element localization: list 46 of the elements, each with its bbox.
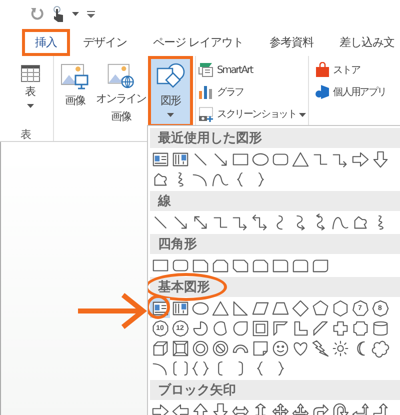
chart-button[interactable]: グラフ <box>198 84 306 100</box>
donut-icon[interactable] <box>190 338 210 358</box>
no-symbol-icon[interactable] <box>210 338 230 358</box>
ribbon-tab[interactable]: 差し込み文 <box>326 28 400 56</box>
apps-button[interactable]: 個人用アプリ <box>315 84 386 100</box>
smiley-icon[interactable] <box>270 338 290 358</box>
screenshot-button[interactable]: スクリーンショット <box>198 106 306 122</box>
table-button[interactable]: 表 <box>11 56 49 127</box>
caret-icon <box>299 113 306 117</box>
left-right-up-arrow-icon[interactable] <box>290 401 310 415</box>
ribbon-tab[interactable]: デザイン <box>70 28 140 56</box>
elbow-double-arrow-icon[interactable] <box>250 212 270 232</box>
diamond-icon[interactable] <box>290 298 310 318</box>
frame-icon[interactable] <box>250 318 270 338</box>
smartart-icon <box>198 62 214 78</box>
smartart-button[interactable]: SmartArt <box>198 62 306 78</box>
ribbon-tab[interactable]: 参考資料 <box>256 28 327 56</box>
screenshot-icon <box>198 106 214 122</box>
table-icon <box>20 65 40 82</box>
pentagon-icon[interactable] <box>310 298 330 318</box>
caret-icon <box>72 12 79 16</box>
online-picture-button[interactable]: オンライン 画像 <box>96 56 146 127</box>
touch-mode-icon[interactable] <box>52 6 64 22</box>
ribbon-tab[interactable]: ページ レイアウト <box>140 28 257 56</box>
chart-icon <box>198 84 214 100</box>
picture-icon <box>60 63 90 91</box>
undo-icon[interactable] <box>30 7 44 21</box>
lightning-icon[interactable] <box>310 338 330 358</box>
picture-button[interactable]: 画像 <box>56 56 94 127</box>
section-header: ブロック矢印 <box>157 382 237 400</box>
sun-icon[interactable] <box>330 338 350 358</box>
left-up-arrow-icon[interactable] <box>350 401 370 415</box>
caret-icon <box>167 113 174 118</box>
customize-icon[interactable] <box>87 10 95 18</box>
section-header: 最近使用した図形 <box>157 130 263 148</box>
section-header: 四角形 <box>157 236 198 254</box>
caret-icon <box>26 104 34 108</box>
cloud-icon[interactable] <box>370 338 390 358</box>
store-button[interactable]: ストア <box>315 62 386 78</box>
quad-arrow-icon[interactable] <box>270 401 290 415</box>
online-picture-icon <box>106 63 136 90</box>
ribbon-tab[interactable]: 挿入 <box>22 28 70 56</box>
shapes-button[interactable]: 図形 <box>148 56 193 127</box>
group-label: 表 <box>20 127 32 141</box>
bevel-icon[interactable] <box>170 338 190 358</box>
section-header: 線 <box>156 193 172 211</box>
